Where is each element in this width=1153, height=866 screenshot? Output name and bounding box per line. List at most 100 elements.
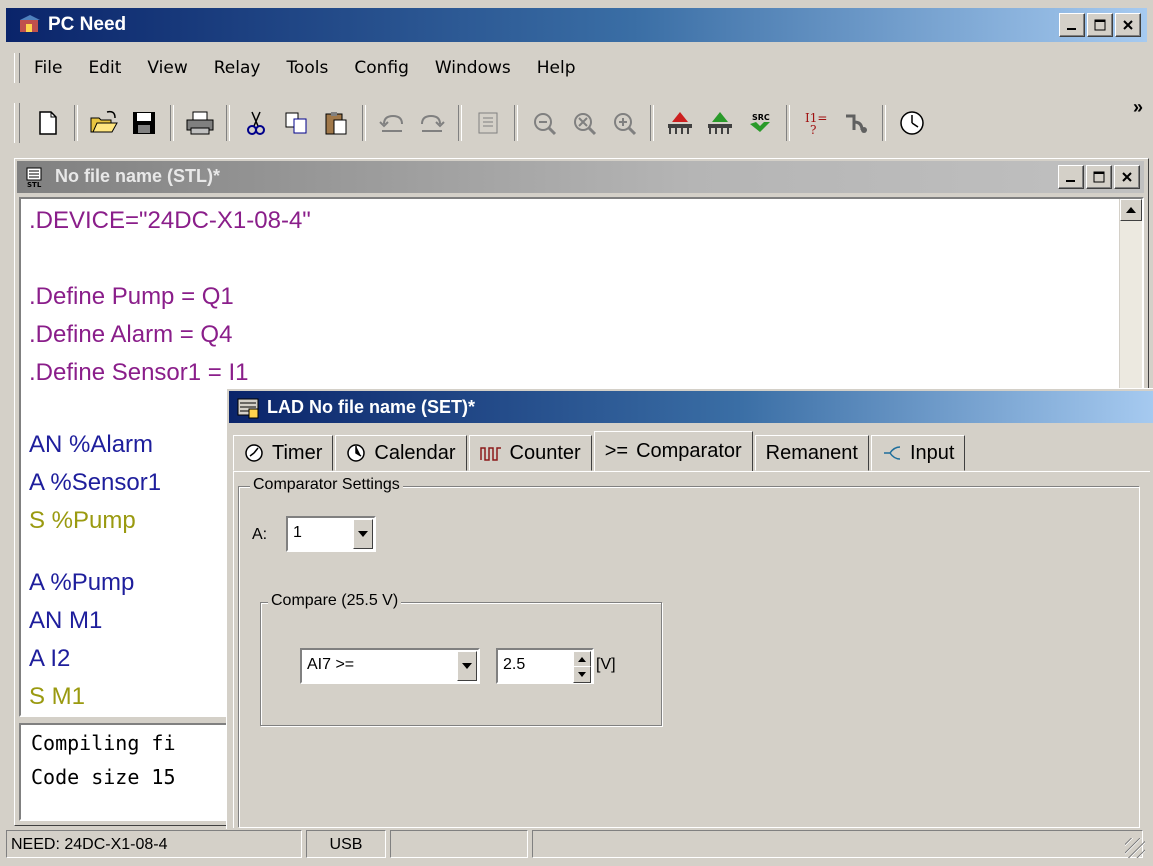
code-line[interactable]: A %Pump (29, 569, 134, 597)
arrow-up-icon (1126, 207, 1136, 213)
output-line: Code size 15 (31, 765, 176, 789)
clock-button[interactable] (894, 104, 930, 142)
zoom-fit-button[interactable] (566, 104, 602, 142)
toolbar-separator (458, 105, 462, 141)
maximize-icon (1094, 19, 1106, 31)
undo-button[interactable] (374, 104, 410, 142)
debug-icon (846, 114, 867, 133)
maximize-button[interactable] (1087, 13, 1113, 37)
minimize-button[interactable] (1059, 13, 1085, 37)
unit-label: [V] (596, 656, 616, 673)
code-line[interactable]: .Define Sensor1 = I1 (29, 359, 248, 387)
arrow-up-icon (578, 657, 586, 662)
menu-grip[interactable] (14, 53, 20, 83)
download-button[interactable] (662, 104, 698, 142)
close-icon (1123, 20, 1133, 30)
minimize-icon (1066, 180, 1075, 182)
tab-comparator[interactable]: >= Comparator (593, 431, 753, 471)
redo-button[interactable] (414, 104, 450, 142)
zoom-out-button[interactable] (526, 104, 562, 142)
print-button[interactable] (182, 104, 218, 142)
menu-tools[interactable]: Tools (286, 58, 328, 78)
new-file-icon (39, 111, 57, 135)
clock-icon (900, 111, 924, 135)
toolbar-separator (882, 105, 886, 141)
menu-file[interactable]: File (34, 58, 62, 78)
tab-label: Timer (272, 441, 323, 464)
code-line[interactable]: S M1 (29, 683, 85, 711)
convert-button[interactable] (470, 104, 506, 142)
stl-close-button[interactable] (1114, 165, 1140, 189)
zoom-in-button[interactable] (606, 104, 642, 142)
tab-counter[interactable]: Counter (468, 435, 592, 471)
tab-label: Counter (509, 441, 581, 464)
svg-text:?: ? (810, 123, 816, 136)
cut-button[interactable] (238, 104, 274, 142)
debug-button[interactable] (838, 104, 874, 142)
new-file-button[interactable] (30, 104, 66, 142)
maximize-icon (1093, 171, 1105, 183)
compare-value-spinner[interactable]: 2.5 (496, 648, 594, 684)
toolbar-overflow-button[interactable]: » (1133, 97, 1143, 118)
comparator-symbol: >= (604, 440, 629, 462)
tab-input[interactable]: Input (870, 435, 966, 471)
tab-remanent[interactable]: Remanent (754, 435, 869, 471)
code-line[interactable]: A %Sensor1 (29, 469, 161, 497)
paste-icon (325, 112, 347, 135)
paste-button[interactable] (318, 104, 354, 142)
code-line[interactable]: .DEVICE="24DC-X1-08-4" (29, 207, 311, 235)
toolbar-separator (650, 105, 654, 141)
app-logo-icon (20, 15, 40, 32)
compare-operator-dropdown-button[interactable] (457, 651, 477, 681)
calendar-icon (347, 444, 366, 462)
menu-relay[interactable]: Relay (214, 58, 261, 78)
code-line[interactable]: AN %Alarm (29, 431, 153, 459)
upload-button[interactable] (702, 104, 738, 142)
compare-operator-select[interactable]: AI7 >= (300, 648, 480, 684)
stl-maximize-button[interactable] (1086, 165, 1112, 189)
stl-minimize-button[interactable] (1058, 165, 1084, 189)
toolbar-separator (786, 105, 790, 141)
code-line[interactable]: AN M1 (29, 607, 102, 635)
tab-timer[interactable]: Timer (233, 435, 334, 471)
a-select[interactable]: 1 (286, 516, 376, 552)
menu-view[interactable]: View (147, 58, 187, 78)
resize-grip[interactable] (1125, 838, 1145, 858)
app-title: PC Need (48, 14, 127, 35)
compare-button[interactable]: I1=? (798, 104, 834, 142)
settings-tabs: Timer Calendar Counter >= Comparator Rem… (233, 431, 967, 471)
code-line[interactable]: S %Pump (29, 507, 136, 535)
spin-down-button[interactable] (573, 666, 591, 683)
convert-icon (478, 112, 498, 134)
input-icon (883, 446, 900, 460)
tab-calendar[interactable]: Calendar (335, 435, 467, 471)
code-line[interactable]: A I2 (29, 645, 70, 673)
stl-title-bar[interactable]: STL No file name (STL)* (17, 161, 1144, 193)
code-line[interactable]: .Define Pump = Q1 (29, 283, 234, 311)
source-button[interactable]: SRC (742, 104, 778, 142)
open-button[interactable] (86, 104, 122, 142)
close-button[interactable] (1115, 13, 1141, 37)
a-select-dropdown-button[interactable] (353, 519, 373, 549)
copy-button[interactable] (278, 104, 314, 142)
menu-help[interactable]: Help (537, 58, 576, 78)
lad-window-title: LAD No file name (SET)* (267, 397, 476, 417)
output-line: Compiling fi (31, 731, 176, 755)
scroll-up-button[interactable] (1120, 199, 1142, 221)
lad-title-bar[interactable]: LAD No file name (SET)* (229, 391, 1153, 423)
code-line[interactable]: .Define Alarm = Q4 (29, 321, 232, 349)
menu-windows[interactable]: Windows (435, 58, 511, 78)
tab-label: Calendar (374, 441, 456, 464)
toolbar-separator (362, 105, 366, 141)
toolbar-separator (74, 105, 78, 141)
status-panel-main (532, 830, 1143, 858)
save-button[interactable] (126, 104, 162, 142)
toolbar-grip[interactable] (14, 103, 20, 143)
menu-edit[interactable]: Edit (88, 58, 121, 78)
a-select-value: 1 (293, 524, 302, 541)
compare-group-label: Compare (25.5 V) (268, 592, 402, 610)
save-icon (133, 112, 155, 134)
compare-operator-value: AI7 >= (307, 656, 355, 673)
menu-config[interactable]: Config (354, 58, 409, 78)
app-title-bar[interactable]: PC Need (6, 8, 1147, 42)
